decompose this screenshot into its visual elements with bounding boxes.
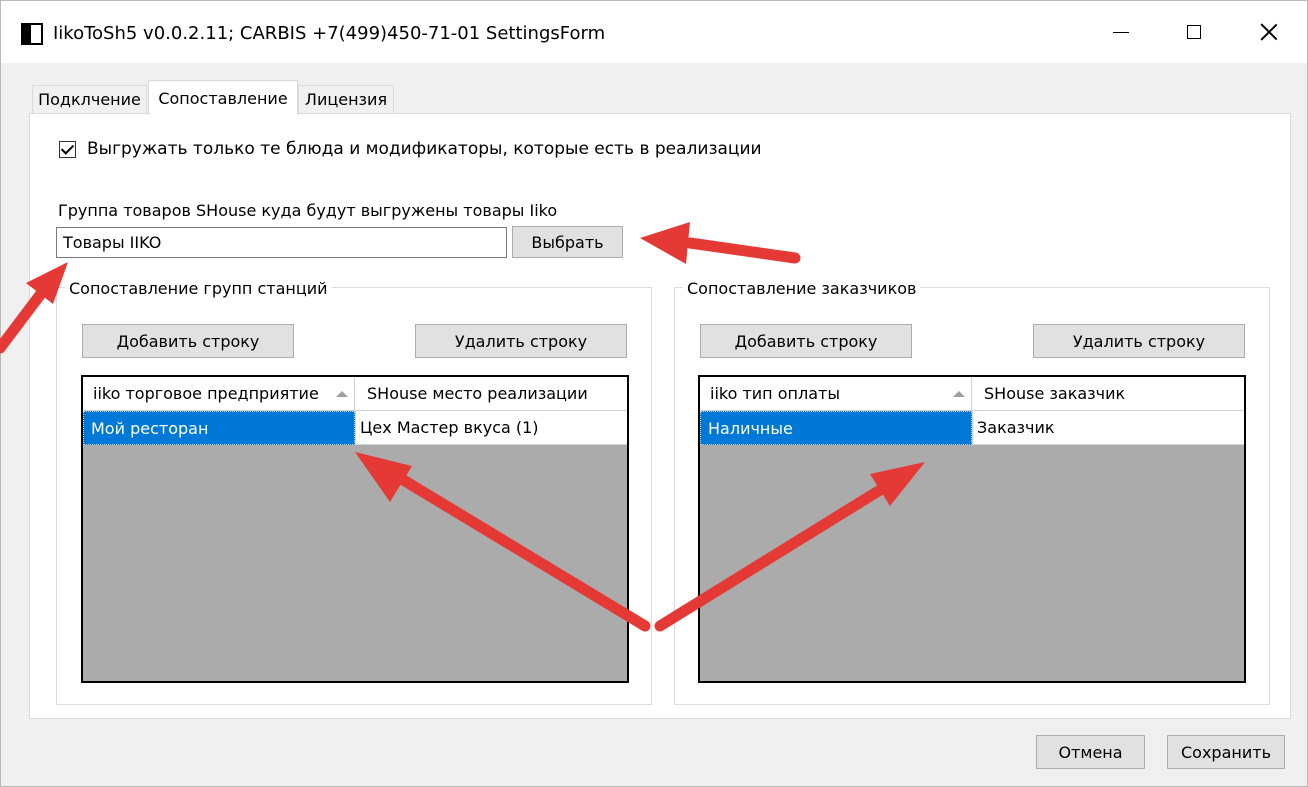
maximize-button[interactable]	[1164, 1, 1224, 63]
sort-ascending-icon	[953, 391, 965, 397]
select-button[interactable]: Выбрать	[512, 226, 623, 258]
column-header-label: iiko тип оплаты	[710, 384, 840, 403]
minimize-button[interactable]	[1091, 1, 1151, 63]
cell-iiko-enterprise[interactable]: Мой ресторан	[83, 411, 355, 445]
tab-connection[interactable]: Подклчение	[32, 85, 147, 113]
table-row[interactable]: Наличные Заказчик	[700, 411, 1244, 445]
save-button[interactable]: Сохранить	[1167, 735, 1285, 769]
stations-mapping-title: Сопоставление групп станций	[65, 279, 332, 298]
settings-window: IikoToSh5 v0.0.2.11; CARBIS +7(499)450-7…	[0, 0, 1308, 787]
tab-mapping[interactable]: Сопоставление	[148, 80, 298, 115]
column-header-iiko-enterprise[interactable]: iiko торговое предприятие	[83, 377, 355, 410]
add-row-button[interactable]: Добавить строку	[700, 324, 912, 358]
tab-license[interactable]: Лицензия	[298, 85, 394, 113]
customers-mapping-grid[interactable]: iiko тип оплаты SHouse заказчик Наличные…	[698, 375, 1246, 683]
delete-row-button[interactable]: Удалить строку	[1033, 324, 1245, 358]
column-header-shouse-customer[interactable]: SHouse заказчик	[972, 377, 1244, 410]
minimize-icon	[1113, 31, 1129, 33]
close-button[interactable]	[1239, 1, 1299, 63]
close-icon	[1260, 23, 1278, 41]
app-icon	[21, 23, 43, 45]
window-title: IikoToSh5 v0.0.2.11; CARBIS +7(499)450-7…	[53, 23, 606, 44]
delete-row-button[interactable]: Удалить строку	[415, 324, 627, 358]
column-header-label: iiko торговое предприятие	[93, 384, 319, 403]
cell-shouse-customer[interactable]: Заказчик	[972, 411, 1244, 445]
cell-shouse-place[interactable]: Цех Мастер вкуса (1)	[355, 411, 627, 445]
grid-header: iiko торговое предприятие SHouse место р…	[83, 377, 627, 411]
column-header-shouse-place[interactable]: SHouse место реализации	[355, 377, 627, 410]
column-header-label: SHouse место реализации	[367, 384, 588, 403]
sort-ascending-icon	[336, 391, 348, 397]
column-header-iiko-payment-type[interactable]: iiko тип оплаты	[700, 377, 972, 410]
cancel-button[interactable]: Отмена	[1036, 735, 1145, 769]
grid-header: iiko тип оплаты SHouse заказчик	[700, 377, 1244, 411]
column-header-label: SHouse заказчик	[984, 384, 1126, 403]
add-row-button[interactable]: Добавить строку	[82, 324, 294, 358]
maximize-icon	[1187, 25, 1201, 39]
only-sold-checkbox[interactable]	[59, 141, 76, 158]
customers-mapping-title: Сопоставление заказчиков	[683, 279, 921, 298]
only-sold-label[interactable]: Выгружать только те блюда и модификаторы…	[87, 139, 762, 159]
stations-mapping-grid[interactable]: iiko торговое предприятие SHouse место р…	[81, 375, 629, 683]
goods-group-label: Группа товаров SHouse куда будут выгруже…	[58, 201, 558, 220]
goods-group-input[interactable]	[56, 227, 507, 258]
cell-iiko-payment-type[interactable]: Наличные	[700, 411, 972, 445]
title-bar[interactable]: IikoToSh5 v0.0.2.11; CARBIS +7(499)450-7…	[1, 1, 1307, 63]
table-row[interactable]: Мой ресторан Цех Мастер вкуса (1)	[83, 411, 627, 445]
